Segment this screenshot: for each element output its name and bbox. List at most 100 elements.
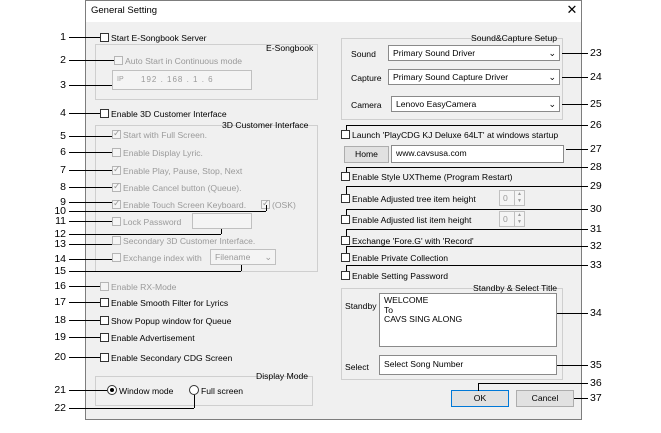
- callout-leader: [69, 408, 194, 409]
- adjust-tree-checkbox[interactable]: [341, 194, 350, 203]
- sound-select[interactable]: Primary Sound Driver ⌄: [388, 45, 560, 61]
- private-collection-label: Enable Private Collection: [352, 253, 449, 263]
- callout-number: 14: [54, 253, 66, 265]
- setting-password-checkbox[interactable]: [341, 271, 350, 280]
- touch-keyboard-checkbox[interactable]: ✓: [112, 198, 121, 209]
- callout-leader: [69, 286, 100, 287]
- popup-queue-checkbox[interactable]: [100, 316, 109, 325]
- advertisement-checkbox[interactable]: [100, 333, 109, 342]
- ip-value: 192 . 168 . 1 . 6: [141, 75, 214, 84]
- callout-number: 37: [590, 392, 602, 404]
- auto-start-checkbox[interactable]: [114, 56, 123, 65]
- callout-number: 15: [54, 265, 66, 277]
- callout-leader: [346, 209, 347, 215]
- callout-number: 32: [590, 240, 602, 252]
- callout-leader: [562, 77, 588, 78]
- enable-3d-checkbox[interactable]: [100, 109, 109, 118]
- window-mode-radio[interactable]: [107, 385, 117, 395]
- secondary-cdg-checkbox[interactable]: [100, 353, 109, 362]
- callout-leader: [69, 113, 100, 114]
- exchange-index-select[interactable]: Filename ⌄: [210, 249, 276, 265]
- setting-password-label: Enable Setting Password: [352, 271, 449, 281]
- tree-height-spinner[interactable]: 0 ▲ ▼: [499, 190, 525, 206]
- smooth-filter-label: Enable Smooth Filter for Lyrics: [111, 298, 229, 308]
- capture-select[interactable]: Primary Sound Capture Driver ⌄: [388, 69, 560, 85]
- exchange-fore-checkbox[interactable]: [341, 236, 350, 245]
- callout-number: 16: [54, 280, 66, 292]
- rx-mode-checkbox[interactable]: [100, 282, 109, 291]
- secondary-3d-checkbox[interactable]: [112, 236, 121, 245]
- start-esongbook-checkbox[interactable]: [100, 33, 109, 42]
- camera-value: Lenovo EasyCamera: [396, 99, 477, 109]
- callout-leader: [69, 357, 100, 358]
- auto-start-label: Auto Start in Continuous mode: [125, 56, 243, 66]
- callout-number: 17: [54, 296, 66, 308]
- adjust-list-checkbox[interactable]: [341, 215, 350, 224]
- callout-leader: [69, 85, 112, 86]
- standby-label: Standby: [345, 301, 377, 311]
- callout-number: 34: [590, 307, 602, 319]
- callout-leader: [194, 395, 195, 408]
- standby-line: CAVS SING ALONG: [384, 314, 463, 324]
- full-screen-checkbox[interactable]: ✓: [112, 128, 121, 139]
- callout-number: 30: [590, 203, 602, 215]
- lock-password-field[interactable]: [192, 213, 252, 229]
- ip-address-field[interactable]: IP 192 . 168 . 1 . 6: [112, 70, 252, 90]
- callout-number: 31: [590, 223, 602, 235]
- callout-number: 23: [590, 47, 602, 59]
- standby-textarea[interactable]: WELCOME To CAVS SING ALONG: [379, 293, 557, 347]
- launch-startup-checkbox[interactable]: [341, 130, 350, 139]
- exchange-index-label: Exchange index with: [123, 253, 202, 263]
- close-icon[interactable]: ✕: [565, 2, 579, 18]
- adjust-list-label: Enable Adjusted list item height: [352, 215, 472, 225]
- exchange-index-checkbox[interactable]: [112, 253, 121, 262]
- camera-select[interactable]: Lenovo EasyCamera ⌄: [391, 96, 560, 112]
- rx-mode-label: Enable RX-Mode: [111, 282, 177, 292]
- select-title-field[interactable]: Select Song Number: [379, 355, 557, 375]
- style-uxtheme-checkbox[interactable]: [341, 172, 350, 181]
- callout-number: 22: [54, 402, 66, 414]
- checkmark-icon: ✓: [113, 198, 121, 208]
- callout-number: 28: [590, 161, 602, 173]
- cancel-button[interactable]: Cancel: [516, 390, 574, 407]
- list-height-spinner[interactable]: 0 ▲ ▼: [499, 211, 525, 227]
- chevron-down-icon: ⌄: [548, 99, 556, 109]
- private-collection-checkbox[interactable]: [341, 253, 350, 262]
- callout-number: 25: [590, 98, 602, 110]
- sound-capture-title: Sound&Capture Setup: [471, 33, 558, 43]
- tree-height-value: 0: [503, 193, 508, 203]
- home-url-field[interactable]: www.cavsusa.com: [391, 145, 564, 163]
- home-button[interactable]: Home: [344, 146, 389, 163]
- standby-select-title: Standby & Select Title: [473, 283, 558, 293]
- lock-password-checkbox[interactable]: [112, 217, 121, 226]
- full-screen-radio[interactable]: [189, 385, 199, 395]
- callout-number: 11: [55, 215, 66, 227]
- smooth-filter-checkbox[interactable]: [100, 298, 109, 307]
- display-lyric-label: Enable Display Lyric.: [123, 148, 203, 158]
- callout-number: 5: [60, 130, 66, 142]
- play-pause-label: Enable Play, Pause, Stop, Next: [123, 166, 243, 176]
- callout-leader: [69, 187, 112, 188]
- checkmark-icon: ✓: [113, 181, 121, 191]
- esongbook-group-title: E-Songbook: [266, 43, 314, 53]
- callout-leader: [562, 53, 588, 54]
- chevron-down-icon: ⌄: [548, 48, 556, 58]
- enable-3d-label: Enable 3D Customer Interface: [111, 109, 227, 119]
- start-esongbook-label: Start E-Songbook Server: [111, 33, 207, 43]
- chevron-down-icon: ⌄: [264, 252, 272, 262]
- select-label: Select: [345, 362, 369, 372]
- play-pause-checkbox[interactable]: ✓: [112, 164, 121, 175]
- display-lyric-checkbox[interactable]: [112, 148, 121, 157]
- callout-leader: [346, 125, 347, 130]
- callout-leader: [221, 229, 222, 234]
- ok-button[interactable]: OK: [451, 390, 509, 407]
- callout-number: 29: [590, 180, 602, 192]
- callout-number: 27: [590, 143, 602, 155]
- callout-number: 26: [590, 119, 602, 131]
- cancel-queue-checkbox[interactable]: ✓: [112, 181, 121, 192]
- callout-number: 3: [60, 79, 66, 91]
- callout-leader: [69, 320, 100, 321]
- ip-prefix: IP: [117, 76, 124, 83]
- secondary-3d-label: Secondary 3D Customer Interface.: [123, 236, 256, 246]
- callout-leader: [562, 104, 588, 105]
